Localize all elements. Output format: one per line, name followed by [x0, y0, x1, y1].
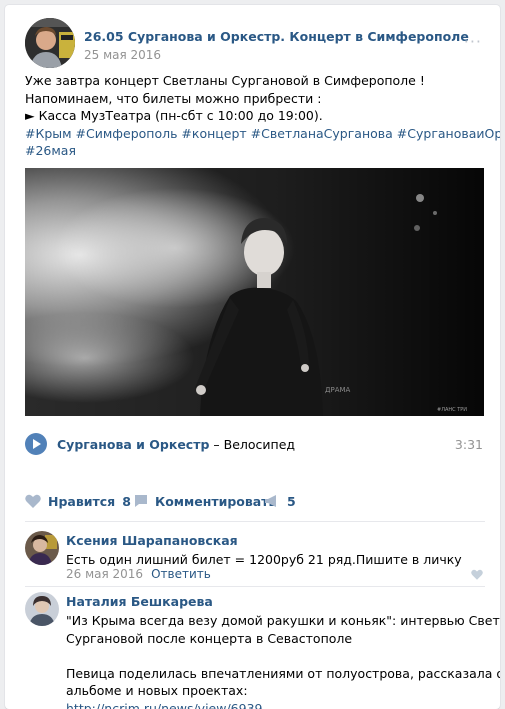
commenter-name[interactable]: Наталия Бешкарева: [66, 594, 213, 609]
audio-separator: –: [213, 437, 220, 452]
reply-link[interactable]: Ответить: [151, 567, 211, 581]
community-name-link[interactable]: 26.05 Сурганова и Оркестр. Концерт в Сим…: [84, 29, 469, 44]
audio-duration: 3:31: [454, 437, 483, 452]
comment-text-line: альбоме и новых проектах:: [66, 683, 248, 698]
post-date[interactable]: 25 мая 2016: [84, 48, 161, 62]
more-options-icon[interactable]: ···: [464, 32, 482, 51]
hashtags-link-line[interactable]: #Крым #Симферополь #концерт #СветланаСур…: [25, 126, 500, 141]
comment-text: Есть один лишний билет = 1200руб 21 ряд.…: [66, 551, 481, 569]
comment-divider: [25, 586, 485, 587]
play-icon[interactable]: [25, 433, 47, 455]
commenter-avatar[interactable]: [25, 592, 59, 626]
comment-label: Комментировать: [155, 493, 277, 509]
comment-meta: 26 мая 2016 Ответить: [66, 567, 211, 581]
audio-track[interactable]: Сурганова и Оркестр – Велосипед: [57, 437, 295, 452]
comment-text-line: Есть один лишний билет = 1200руб 21 ряд.…: [66, 552, 462, 567]
post-text-line: ► Касса МузТеатра (пн-сбт с 10:00 до 19:…: [25, 108, 323, 123]
audio-artist[interactable]: Сурганова и Оркестр: [57, 437, 209, 452]
heart-icon: [25, 494, 41, 508]
photo-watermark-right: #ЛАНС ТРИ: [437, 407, 467, 413]
commenter-name[interactable]: Ксения Шарапановская: [66, 533, 238, 548]
wall-post-card: 26.05 Сурганова и Оркестр. Концерт в Сим…: [5, 5, 500, 709]
comment-text: "Из Крыма всегда везу домой ракушки и ко…: [66, 612, 500, 709]
post-actions: Нравится 8 Комментировать 5: [25, 490, 485, 512]
community-avatar[interactable]: [25, 18, 75, 68]
post-text-line: Уже завтра концерт Светланы Сургановой в…: [25, 73, 425, 88]
comment-item: Ксения Шарапановская Есть один лишний би…: [25, 531, 485, 581]
megaphone-icon: [265, 495, 276, 507]
post-header: 26.05 Сурганова и Оркестр. Концерт в Сим…: [25, 18, 486, 68]
comment-text-line: Певица поделилась впечатлениями от полуо…: [66, 665, 500, 681]
post-text: Уже завтра концерт Светланы Сургановой в…: [25, 72, 500, 160]
heart-icon[interactable]: [471, 569, 483, 580]
audio-title: Велосипед: [223, 437, 296, 452]
actions-divider: [25, 521, 485, 522]
share-count: 5: [287, 493, 296, 509]
comment-text-line: "Из Крыма всегда везу домой ракушки и ко…: [66, 613, 500, 628]
post-text-line: Напоминаем, что билеты можно прибрести :: [25, 90, 322, 106]
comment-item: Наталия Бешкарева "Из Крыма всегда везу …: [25, 592, 500, 709]
photo-watermark-left: ДРАМА: [325, 386, 351, 394]
comment-text-line: [66, 647, 481, 665]
comment-date[interactable]: 26 мая 2016: [66, 567, 143, 581]
audio-attachment: Сурганова и Оркестр – Велосипед 3:31: [25, 430, 487, 456]
post-photo[interactable]: ДРАМА #ЛАНС ТРИ: [25, 168, 484, 416]
commenter-avatar[interactable]: [25, 531, 59, 565]
comment-icon: [135, 495, 147, 507]
hashtags-link-line[interactable]: #26мая: [25, 143, 76, 158]
like-label: Нравится: [48, 493, 116, 509]
comment-link[interactable]: http://ncrim.ru/news/view/6939: [66, 701, 263, 709]
like-count: 8: [122, 493, 131, 509]
hashtags: #Крым #Симферополь #концерт #СветланаСур…: [25, 125, 500, 160]
like-button[interactable]: Нравится 8: [25, 490, 131, 512]
share-button[interactable]: 5: [264, 490, 296, 512]
comment-text-line: Сургановой после концерта в Севастополе: [66, 630, 353, 646]
comment-button[interactable]: Комментировать: [134, 490, 276, 512]
